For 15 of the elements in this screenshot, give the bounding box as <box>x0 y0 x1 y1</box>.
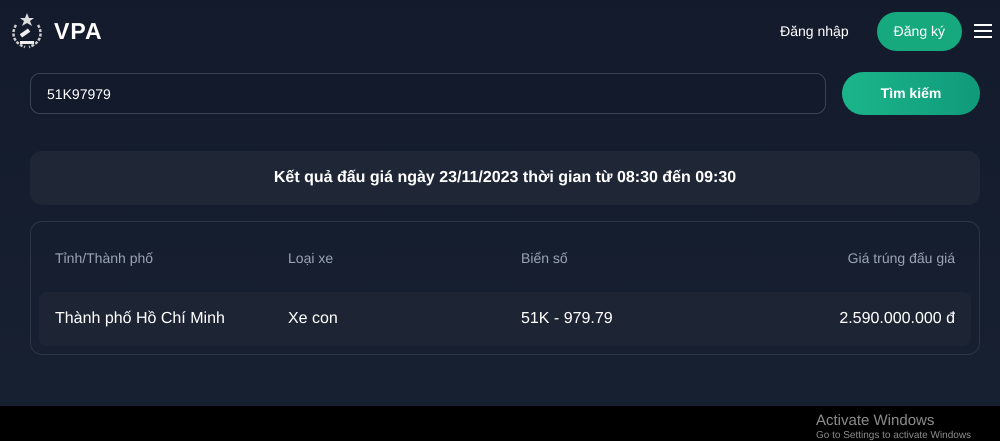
activation-notice: Activate Windows <box>816 411 936 430</box>
login-link[interactable]: Đăng nhập <box>780 20 849 42</box>
table-cell-text: 51K - 979.79 <box>521 309 613 329</box>
column-header: Biển số <box>521 248 568 268</box>
table-cell-text: Thành phố Hồ Chí Minh <box>55 309 225 329</box>
logo-text: VPA <box>54 16 103 46</box>
column-header: Loại xe <box>288 248 334 268</box>
activation-hint: Go to Settings to activate Windows <box>816 430 972 441</box>
table-cell-text: 2.590.000.000 đ <box>839 309 955 329</box>
search-field[interactable]: 51K97979 <box>30 73 826 114</box>
result-banner: Kết quả đấu giá ngày 23/11/2023 thời gian từ 08:30 đến 09:30 <box>30 151 980 205</box>
table-cell-text: Xe con <box>288 309 338 329</box>
column-header: Tỉnh/Thành phố <box>55 248 154 268</box>
menu-icon[interactable] <box>974 23 992 39</box>
column-header: Giá trúng đấu giá <box>848 248 955 268</box>
